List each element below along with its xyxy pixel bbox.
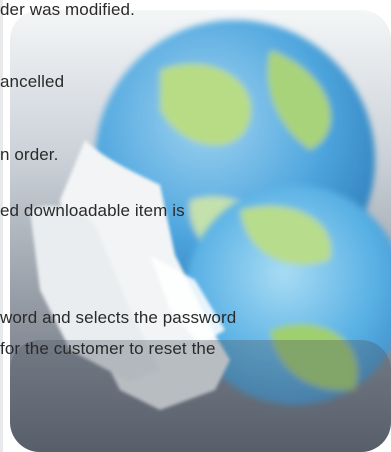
help-line: for the customer to reset the (0, 339, 216, 358)
help-line: ancelled (0, 72, 65, 91)
help-line: der was modified. (0, 0, 135, 19)
help-line: ed downloadable item is (0, 201, 185, 220)
help-line: n order. (0, 145, 59, 164)
help-page: der was modified. ancelled n order. ed d… (0, 0, 391, 452)
help-line: word and selects the password (0, 308, 237, 327)
help-text-block: der was modified. ancelled n order. ed d… (0, 0, 391, 452)
